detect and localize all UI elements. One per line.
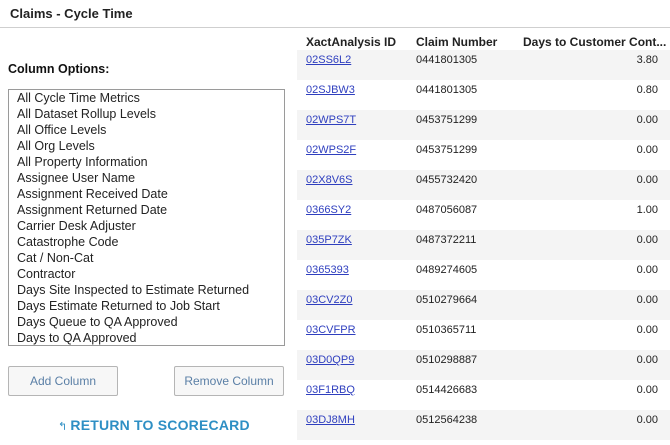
column-option[interactable]: All Property Information (9, 154, 284, 170)
xactanalysis-id-link[interactable]: 035P7ZK (306, 234, 352, 246)
days-to-customer-contact-cell: 0.00 (636, 144, 658, 156)
claim-number-cell: 0510365711 (416, 324, 477, 336)
claim-number-cell: 0510279664 (416, 294, 478, 306)
claim-number-cell: 0487056087 (416, 204, 478, 216)
column-option[interactable]: All Cycle Time Metrics (9, 90, 284, 106)
days-to-customer-contact-cell: 0.00 (636, 354, 658, 366)
table-row: 035P7ZK 0487372211 0.00 (297, 230, 670, 260)
table-row: 03D0QP9 0510298887 0.00 (297, 350, 670, 380)
column-options-listbox[interactable]: All Cycle Time Metrics All Dataset Rollup… (8, 89, 285, 346)
table-row: 02WPS7T 0453751299 0.00 (297, 110, 670, 140)
column-option[interactable]: Days to QA Approved (9, 330, 284, 345)
column-option[interactable]: All Office Levels (9, 122, 284, 138)
claim-number-cell: 0455732420 (416, 174, 478, 186)
table-row: 02SJBW3 0441801305 0.80 (297, 80, 670, 110)
table-row: 0366SY2 0487056087 1.00 (297, 200, 670, 230)
table-row: 02X8V6S 0455732420 0.00 (297, 170, 670, 200)
return-arrow-icon: ↰ (58, 421, 68, 433)
column-option[interactable]: Days Queue to QA Approved (9, 314, 284, 330)
column-option[interactable]: Carrier Desk Adjuster (9, 218, 284, 234)
xactanalysis-id-link[interactable]: 03CVFPR (306, 324, 356, 336)
xactanalysis-id-link[interactable]: 0365393 (306, 264, 349, 276)
table-body: 02SS6L2 0441801305 3.80 02SJBW3 0441801305 0.… (297, 50, 670, 440)
column-option[interactable]: Assignment Returned Date (9, 202, 284, 218)
table-row: 02SS6L2 0441801305 3.80 (297, 50, 670, 80)
column-option[interactable]: Days Estimate Returned to Job Start (9, 298, 284, 314)
column-option[interactable]: Assignment Received Date (9, 186, 284, 202)
column-option[interactable]: Cat / Non-Cat (9, 250, 284, 266)
table-row: 03F1RBQ 0514426683 0.00 (297, 380, 670, 410)
xactanalysis-id-link[interactable]: 03F1RBQ (306, 384, 355, 396)
days-to-customer-contact-cell: 1.00 (636, 204, 658, 216)
claim-number-cell: 0487372211 (416, 234, 477, 246)
days-to-customer-contact-cell: 0.00 (636, 114, 658, 126)
claim-number-cell: 0514426683 (416, 384, 478, 396)
table-row: 03DJ8MH 0512564238 0.00 (297, 410, 670, 440)
days-to-customer-contact-cell: 0.00 (636, 414, 658, 426)
days-to-customer-contact-cell: 0.80 (636, 84, 658, 96)
xactanalysis-id-link[interactable]: 0366SY2 (306, 204, 351, 216)
xactanalysis-id-link[interactable]: 03CV2Z0 (306, 294, 352, 306)
claim-number-cell: 0441801305 (416, 84, 478, 96)
days-to-customer-contact-cell: 3.80 (636, 54, 658, 66)
days-to-customer-contact-cell: 0.00 (636, 384, 658, 396)
window-title: Claims - Cycle Time (10, 6, 133, 21)
column-option[interactable]: Days Site Inspected to Estimate Returned (9, 282, 284, 298)
claim-number-cell: 0510298887 (416, 354, 478, 366)
column-option[interactable]: Contractor (9, 266, 284, 282)
header-days-to-customer-contact[interactable]: Days to Customer Cont... (523, 35, 666, 49)
table-row: 03CVFPR 0510365711 0.00 (297, 320, 670, 350)
claim-number-cell: 0512564238 (416, 414, 478, 426)
column-options-panel: Column Options: All Cycle Time Metrics Al… (0, 29, 297, 445)
table-row: 0365393 0489274605 0.00 (297, 260, 670, 290)
table-row: 02WPS2F 0453751299 0.00 (297, 140, 670, 170)
days-to-customer-contact-cell: 0.00 (636, 264, 658, 276)
column-option[interactable]: All Dataset Rollup Levels (9, 106, 284, 122)
remove-column-button[interactable]: Remove Column (174, 366, 284, 396)
xactanalysis-id-link[interactable]: 02WPS7T (306, 114, 356, 126)
title-bar: Claims - Cycle Time (0, 0, 670, 28)
return-to-scorecard-label: RETURN TO SCORECARD (70, 417, 250, 433)
xactanalysis-id-link[interactable]: 02WPS2F (306, 144, 356, 156)
claim-number-cell: 0453751299 (416, 144, 478, 156)
header-claim-number[interactable]: Claim Number (416, 35, 497, 49)
xactanalysis-id-link[interactable]: 03DJ8MH (306, 414, 355, 426)
xactanalysis-id-link[interactable]: 02SS6L2 (306, 54, 351, 66)
claim-number-cell: 0489274605 (416, 264, 478, 276)
days-to-customer-contact-cell: 0.00 (636, 234, 658, 246)
column-option[interactable]: Catastrophe Code (9, 234, 284, 250)
claims-table: XactAnalysis ID Claim Number Days to Cus… (297, 29, 670, 445)
column-option[interactable]: All Org Levels (9, 138, 284, 154)
claim-number-cell: 0441801305 (416, 54, 478, 66)
xactanalysis-id-link[interactable]: 03D0QP9 (306, 354, 354, 366)
xactanalysis-id-link[interactable]: 02X8V6S (306, 174, 352, 186)
days-to-customer-contact-cell: 0.00 (636, 324, 658, 336)
table-header: XactAnalysis ID Claim Number Days to Cus… (297, 29, 670, 50)
days-to-customer-contact-cell: 0.00 (636, 294, 658, 306)
column-option[interactable]: Assignee User Name (9, 170, 284, 186)
column-options-label: Column Options: (8, 62, 110, 76)
header-xactanalysis-id[interactable]: XactAnalysis ID (306, 35, 396, 49)
add-column-button[interactable]: Add Column (8, 366, 118, 396)
return-to-scorecard-link[interactable]: ↰ RETURN TO SCORECARD (58, 417, 250, 433)
xactanalysis-id-link[interactable]: 02SJBW3 (306, 84, 355, 96)
table-row: 03CV2Z0 0510279664 0.00 (297, 290, 670, 320)
days-to-customer-contact-cell: 0.00 (636, 174, 658, 186)
claim-number-cell: 0453751299 (416, 114, 478, 126)
